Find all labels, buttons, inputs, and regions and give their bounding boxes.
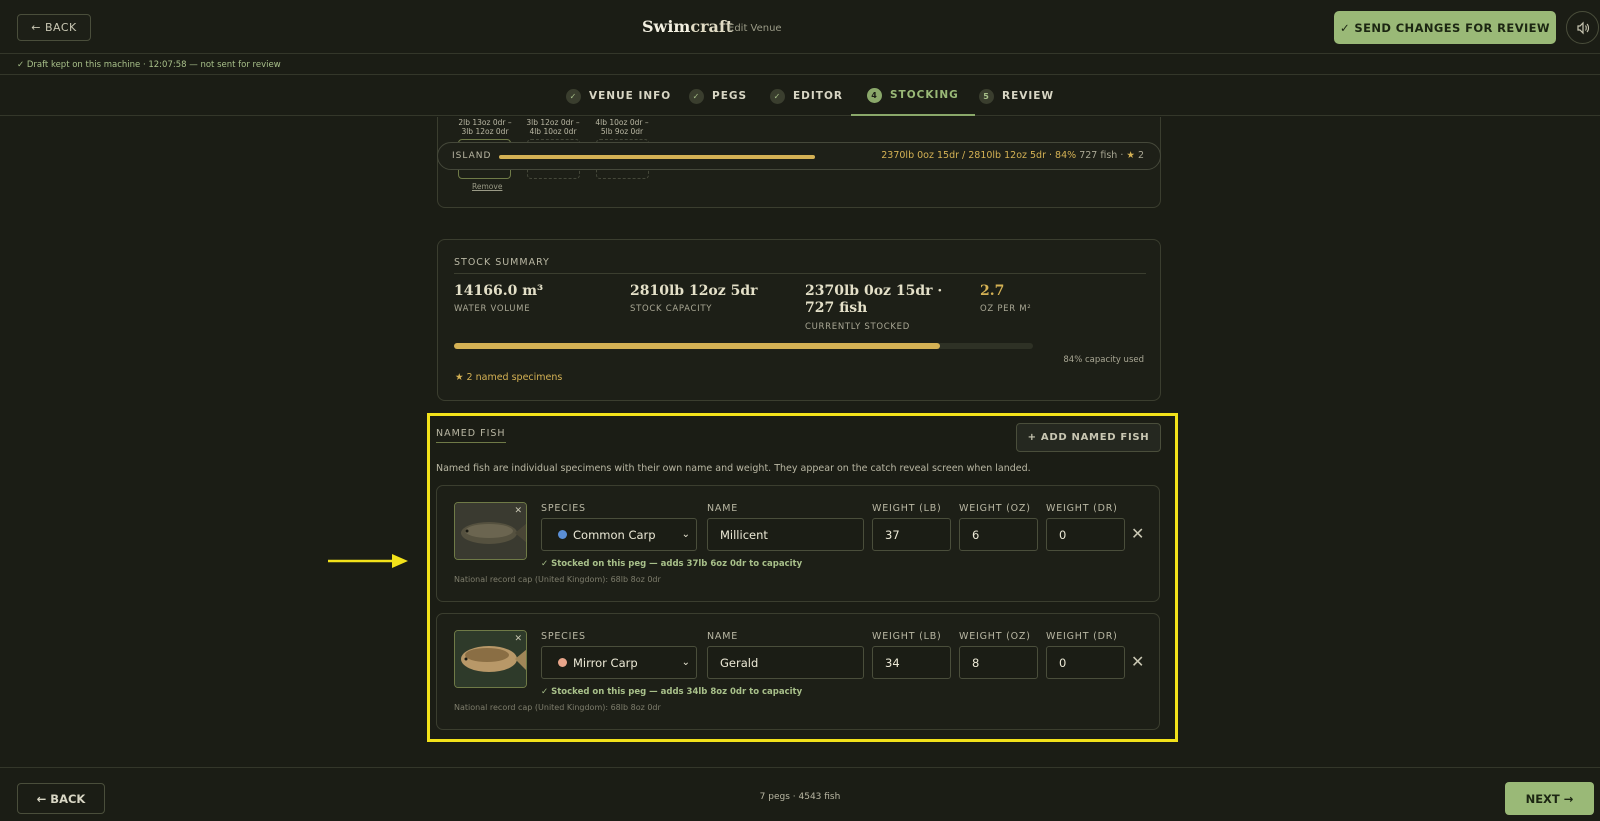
stocked-note: ✓ Stocked on this peg — adds 34lb 8oz 0d… bbox=[541, 687, 803, 697]
weight-lb-label: WEIGHT (LB) bbox=[872, 631, 942, 642]
fish-icon bbox=[558, 658, 567, 667]
page-subtitle: Edit Venue bbox=[728, 23, 782, 34]
add-named-fish-button[interactable]: + ADD NAMED FISH bbox=[1016, 423, 1161, 452]
stock-capacity-value: 2810lb 12oz 5dr bbox=[630, 283, 758, 299]
capacity-progress-fill bbox=[454, 343, 941, 349]
send-for-review-button[interactable]: ✓ SEND CHANGES FOR REVIEW bbox=[1334, 11, 1556, 44]
remove-image-icon[interactable]: ✕ bbox=[514, 506, 522, 516]
weight-oz-input[interactable]: 8 bbox=[959, 646, 1038, 679]
stepper: ✓ VENUE INFO ✓ PEGS ✓ EDITOR 4 STOCKING 5 REV… bbox=[0, 76, 1600, 116]
name-label: NAME bbox=[707, 631, 739, 642]
capacity-progress bbox=[454, 343, 1033, 349]
fish-icon bbox=[558, 530, 567, 539]
step-label: STOCKING bbox=[890, 89, 959, 101]
species-select[interactable]: Common Carp ⌄ bbox=[541, 518, 697, 551]
weight-oz-input[interactable]: 6 bbox=[959, 518, 1038, 551]
speaker-icon[interactable] bbox=[1566, 11, 1599, 44]
name-input[interactable]: Gerald bbox=[707, 646, 864, 679]
slot-range-label: 2lb 13oz 0dr – 3lb 12oz 0dr bbox=[458, 118, 512, 136]
species-value: Mirror Carp bbox=[573, 655, 638, 670]
named-fish-card: ✕ SPECIES NAME WEIGHT (LB) WEIGHT (OZ) W… bbox=[436, 485, 1160, 602]
slot-range-label: 3lb 12oz 0dr – 4lb 10oz 0dr bbox=[526, 118, 580, 136]
island-label: ISLAND bbox=[452, 151, 492, 161]
weight-lb-label: WEIGHT (LB) bbox=[872, 503, 942, 514]
stock-capacity-label: STOCK CAPACITY bbox=[630, 304, 713, 314]
currently-stocked-label: CURRENTLY STOCKED bbox=[805, 322, 910, 332]
name-input[interactable]: Millicent bbox=[707, 518, 864, 551]
star-icon: ★ bbox=[1126, 150, 1135, 161]
island-stats: 2370lb 0oz 15dr / 2810lb 12oz 5dr · 84% … bbox=[881, 150, 1144, 161]
footer-stats: 7 pegs · 4543 fish bbox=[759, 792, 841, 802]
step-label: PEGS bbox=[712, 90, 748, 102]
step-label: REVIEW bbox=[1002, 90, 1055, 102]
weight-oz-label: WEIGHT (OZ) bbox=[959, 503, 1031, 514]
step-check-icon: ✓ bbox=[689, 88, 704, 104]
next-button[interactable]: NEXT → bbox=[1505, 782, 1594, 815]
tab-review[interactable]: 5 REVIEW bbox=[979, 76, 1054, 116]
weight-dr-input[interactable]: 0 bbox=[1046, 646, 1125, 679]
top-bar: ← BACK Swimcraft Edit Venue ✓ SEND CHANG… bbox=[0, 0, 1600, 54]
star-icon: ★ bbox=[455, 372, 467, 383]
species-value: Common Carp bbox=[573, 527, 656, 542]
species-select[interactable]: Mirror Carp ⌄ bbox=[541, 646, 697, 679]
step-number: 4 bbox=[867, 87, 882, 103]
stocked-note: ✓ Stocked on this peg — adds 37lb 6oz 0d… bbox=[541, 559, 803, 569]
bottom-bar: ← BACK 7 pegs · 4543 fish NEXT → bbox=[0, 767, 1600, 821]
tab-pegs[interactable]: ✓ PEGS bbox=[689, 76, 747, 116]
brand-craft: craft bbox=[690, 17, 734, 36]
island-capacity-bar[interactable]: ISLAND 2370lb 0oz 15dr / 2810lb 12oz 5dr… bbox=[437, 142, 1161, 170]
brand-swim: Swim bbox=[642, 17, 691, 36]
island-fish-count: 727 fish · bbox=[1079, 150, 1124, 161]
island-named-count: 2 bbox=[1137, 150, 1144, 161]
stock-summary-title: STOCK SUMMARY bbox=[454, 257, 550, 268]
oz-per-m2-label: OZ PER M² bbox=[980, 304, 1032, 314]
remove-image-icon[interactable]: ✕ bbox=[514, 634, 522, 644]
tab-venue-info[interactable]: ✓ VENUE INFO bbox=[566, 76, 671, 116]
back-button[interactable]: ← BACK bbox=[17, 14, 91, 41]
species-label: SPECIES bbox=[541, 503, 586, 514]
step-check-icon: ✓ bbox=[770, 88, 785, 104]
weight-lb-input[interactable]: 34 bbox=[872, 646, 951, 679]
delete-fish-icon[interactable]: ✕ bbox=[1131, 524, 1144, 543]
remove-link[interactable]: Remove bbox=[472, 182, 502, 191]
weight-oz-label: WEIGHT (OZ) bbox=[959, 631, 1031, 642]
record-cap: National record cap (United Kingdom): 68… bbox=[454, 703, 661, 712]
fish-thumbnail[interactable]: ✕ bbox=[454, 630, 527, 688]
water-volume-label: WATER VOLUME bbox=[454, 304, 531, 314]
named-specimens-label: 2 named specimens bbox=[466, 372, 563, 383]
name-label: NAME bbox=[707, 503, 739, 514]
step-label: VENUE INFO bbox=[589, 90, 672, 102]
named-fish-card: ✕ SPECIES NAME WEIGHT (LB) WEIGHT (OZ) W… bbox=[436, 613, 1160, 730]
delete-fish-icon[interactable]: ✕ bbox=[1131, 652, 1144, 671]
water-volume-value: 14166.0 m³ bbox=[454, 283, 544, 299]
chevron-down-icon: ⌄ bbox=[681, 529, 690, 540]
step-number: 5 bbox=[979, 88, 994, 104]
step-check-icon: ✓ bbox=[566, 88, 581, 104]
tab-stocking[interactable]: 4 STOCKING bbox=[851, 76, 975, 116]
record-cap: National record cap (United Kingdom): 68… bbox=[454, 575, 661, 584]
draft-status: ✓ Draft kept on this machine · 12:07:58 … bbox=[0, 55, 1600, 75]
arrow-icon bbox=[328, 554, 408, 568]
weight-dr-input[interactable]: 0 bbox=[1046, 518, 1125, 551]
slot-range-label: 4lb 10oz 0dr – 5lb 9oz 0dr bbox=[595, 118, 649, 136]
weight-dr-label: WEIGHT (DR) bbox=[1046, 503, 1118, 514]
tab-editor[interactable]: ✓ EDITOR bbox=[770, 76, 843, 116]
species-label: SPECIES bbox=[541, 631, 586, 642]
brand-logo: Swimcraft bbox=[642, 17, 733, 36]
weight-lb-input[interactable]: 37 bbox=[872, 518, 951, 551]
named-fish-description: Named fish are individual specimens with… bbox=[436, 463, 1031, 474]
fish-thumbnail[interactable]: ✕ bbox=[454, 502, 527, 560]
named-fish-title: NAMED FISH bbox=[436, 428, 506, 443]
divider bbox=[454, 273, 1146, 274]
oz-per-m2-value: 2.7 bbox=[980, 283, 1005, 299]
named-specimens: ★ 2 named specimens bbox=[455, 372, 562, 383]
island-weight: 2370lb 0oz 15dr / 2810lb 12oz 5dr · 84% bbox=[881, 150, 1077, 161]
weight-dr-label: WEIGHT (DR) bbox=[1046, 631, 1118, 642]
chevron-down-icon: ⌄ bbox=[681, 657, 690, 668]
island-progress bbox=[499, 155, 815, 159]
step-label: EDITOR bbox=[793, 90, 843, 102]
currently-stocked-value: 2370lb 0oz 15dr · 727 fish bbox=[805, 283, 943, 316]
capacity-used: 84% capacity used bbox=[1063, 355, 1144, 365]
